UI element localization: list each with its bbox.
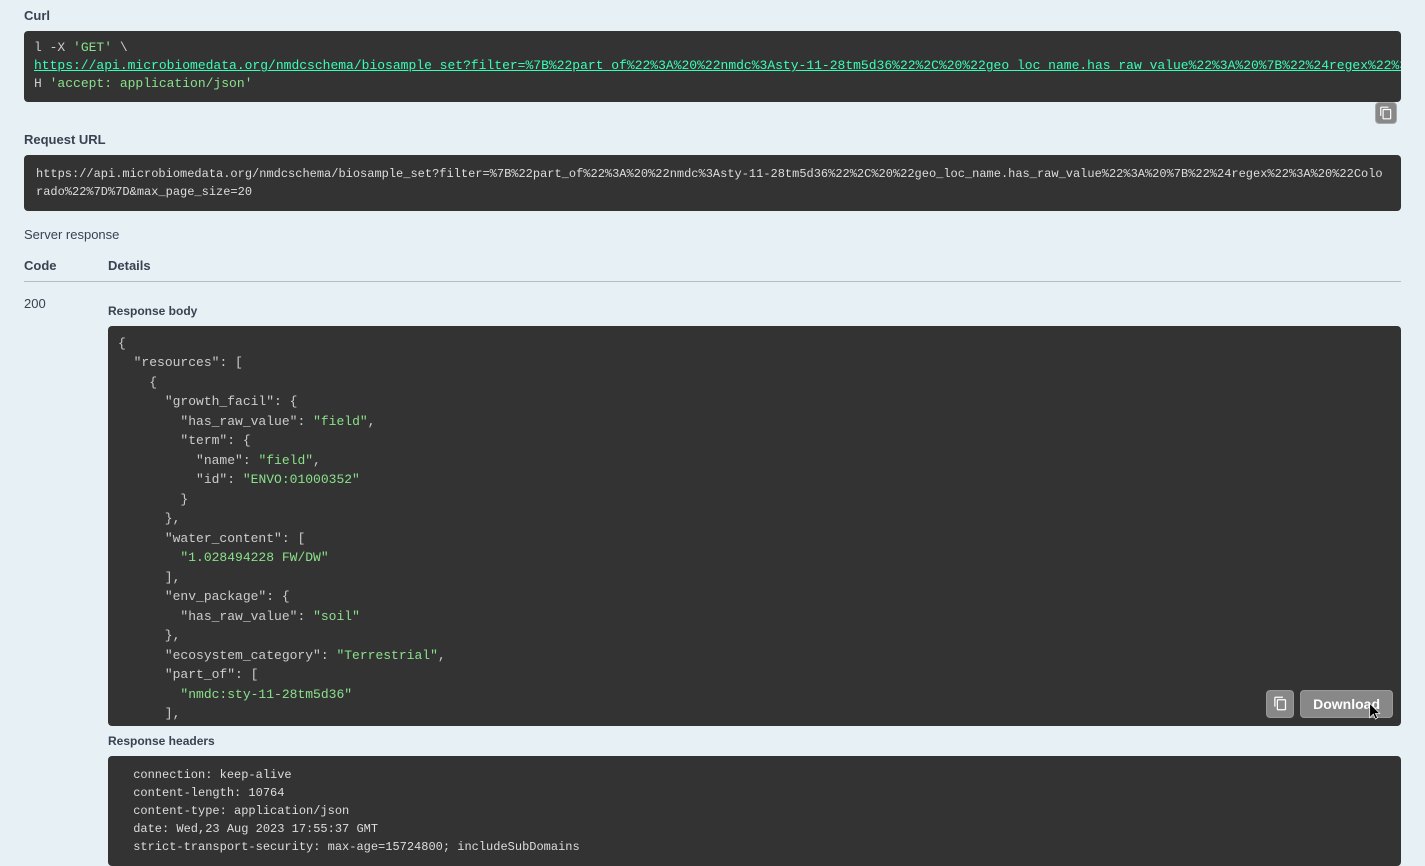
response-body-box: { "resources": [ { "growth_facil": { "ha… [108,326,1401,726]
json-string: "field" [258,453,313,468]
curl-label: Curl [24,8,1401,23]
json-line: ], [118,570,180,585]
response-body-label: Response body [108,304,1401,318]
status-code: 200 [24,296,108,866]
json-key: "name" [196,453,243,468]
json-line: } [118,492,188,507]
response-headers-box: connection: keep-alive content-length: 1… [108,756,1401,866]
curl-h-prefix: H [34,76,50,91]
clipboard-icon [1273,696,1288,711]
json-text: : [ [219,355,242,370]
json-line: }, [118,628,180,643]
json-line: }, [118,511,180,526]
code-header: Code [24,258,108,273]
json-text: : [ [282,531,305,546]
details-header: Details [108,258,1401,273]
curl-slash: \ [112,40,128,55]
json-key: "has_raw_value" [180,414,297,429]
json-string: "nmdc:sty-11-28tm5d36" [180,687,352,702]
json-key: "ecosystem_category" [165,648,321,663]
response-body-content[interactable]: { "resources": [ { "growth_facil": { "ha… [108,326,1401,726]
json-text: : [ [235,667,258,682]
curl-codebox: l -X 'GET' \ https://api.microbiomedata.… [24,31,1401,102]
json-key: "part_of" [165,667,235,682]
response-headers-label: Response headers [108,734,1401,748]
response-actions: Download [1266,690,1393,718]
curl-line1-prefix: l -X [34,40,73,55]
server-response-label: Server response [24,227,1401,242]
json-key: "has_raw_value" [180,609,297,624]
request-url-label: Request URL [24,132,1401,147]
response-header-row: Code Details [24,250,1401,282]
json-key: "growth_facil" [165,394,274,409]
json-key: "term" [180,433,227,448]
json-key: "resources" [134,355,220,370]
json-text: : { [227,433,250,448]
json-text: : { [266,589,289,604]
json-line: ], [118,706,180,721]
details-column: Response body { "resources": [ { "growth… [108,296,1401,866]
json-text: : { [274,394,297,409]
clipboard-icon [1379,106,1393,120]
copy-curl-button[interactable] [1375,102,1397,124]
request-url-box: https://api.microbiomedata.org/nmdcschem… [24,155,1401,211]
json-key: "env_package" [165,589,266,604]
curl-accept: 'accept: application/json' [50,76,253,91]
json-key: "id" [196,472,227,487]
json-string: "1.028494228 FW/DW" [180,550,328,565]
copy-response-button[interactable] [1266,690,1294,718]
response-table: Code Details 200 Response body { "resour… [24,250,1401,866]
json-string: "field" [313,414,368,429]
json-line: { [118,336,126,351]
json-string: "soil" [313,609,360,624]
json-line: { [118,375,157,390]
json-key: "water_content" [165,531,282,546]
json-string: "Terrestrial" [336,648,437,663]
curl-url[interactable]: https://api.microbiomedata.org/nmdcschem… [34,58,1401,73]
curl-method: 'GET' [73,40,112,55]
response-body-row: 200 Response body { "resources": [ { "gr… [24,282,1401,866]
cursor-pointer-icon [1365,702,1383,722]
json-string: "ENVO:01000352" [243,472,360,487]
